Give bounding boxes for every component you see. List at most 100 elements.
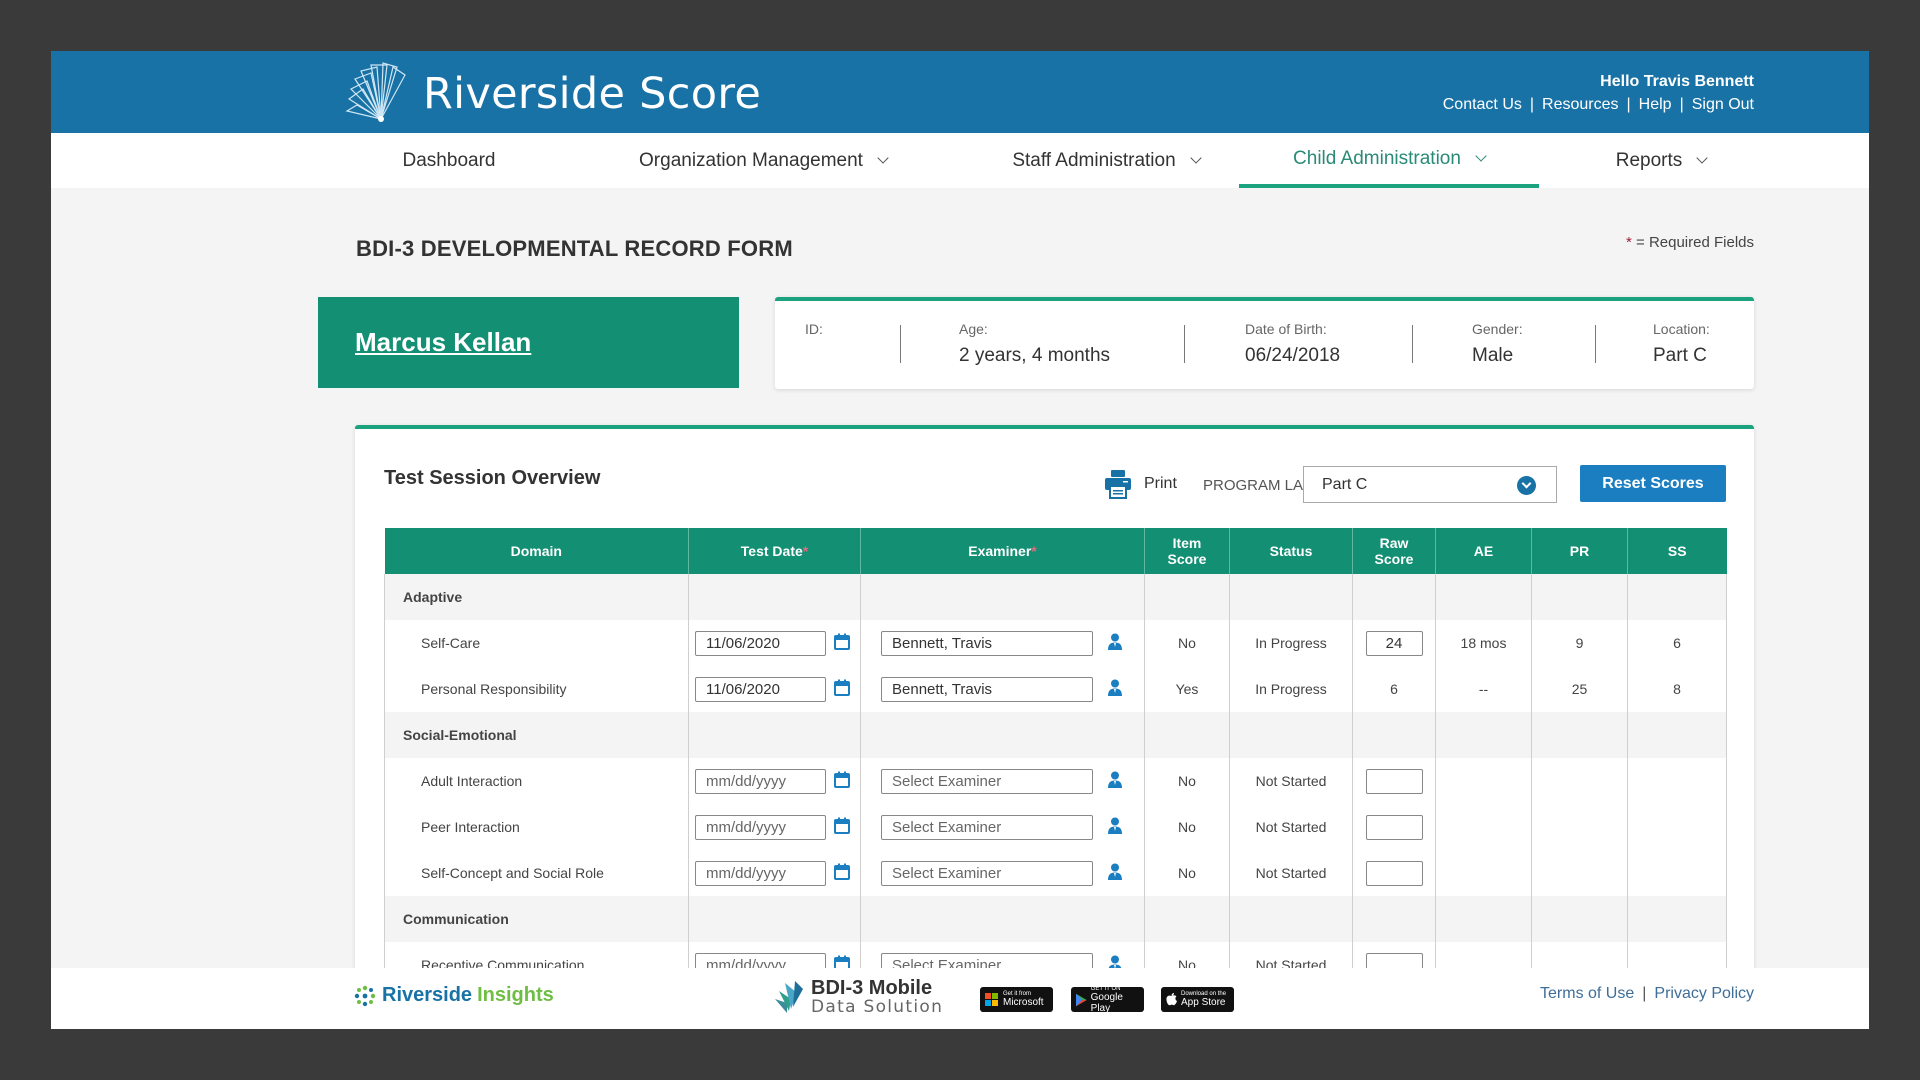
divider [1184, 325, 1185, 363]
reset-scores-button[interactable]: Reset Scores [1580, 465, 1726, 502]
top-links: Contact Us | Resources | Help | Sign Out [1443, 96, 1754, 114]
child-name-link[interactable]: Marcus Kellan [355, 327, 531, 358]
raw-score-cell: 6 [1352, 666, 1436, 712]
nav-reports[interactable]: Reports [1581, 133, 1741, 188]
empty-cell [1531, 712, 1628, 758]
table-row: Peer Interaction mm/dd/yyyy Select Examine… [384, 804, 1727, 850]
status-cell: Not Started [1229, 850, 1353, 896]
info-value: Male [1472, 345, 1514, 366]
examiner-input[interactable]: Select Examiner [881, 768, 1093, 794]
divider [900, 325, 901, 363]
user-block: Hello Travis Bennett Contact Us | Resource… [1443, 73, 1754, 114]
status-cell: In Progress [1229, 620, 1353, 666]
table-row: Self-Concept and Social Role mm/dd/yyyy Se… [384, 850, 1727, 896]
raw-score-input[interactable] [1365, 860, 1423, 886]
col-label: Item [1172, 535, 1202, 551]
raw-score-input[interactable] [1365, 814, 1423, 840]
program-label-select[interactable]: Part C [1303, 466, 1557, 503]
examiner-cell: Select Examiner [860, 758, 1145, 804]
microsoft-store-badge[interactable]: Get it from Microsoft [980, 987, 1053, 1012]
empty-cell [1352, 712, 1436, 758]
microsoft-icon [985, 992, 998, 1006]
google-play-badge[interactable]: GET IT ON Google Play [1071, 986, 1144, 1014]
examiner-input[interactable]: Select Examiner [881, 860, 1093, 886]
table-row: Self-Care 11/06/2020 Bennett, Travis No In P… [384, 620, 1727, 666]
examiner-cell: Bennett, Travis [860, 666, 1145, 712]
col-examiner: Examiner* [860, 528, 1145, 574]
required-star: * [802, 543, 809, 559]
ss-cell [1627, 850, 1727, 896]
main-nav: Dashboard Organization Management Staff … [51, 133, 1869, 188]
required-fields-note: * = Required Fields [1626, 234, 1754, 251]
person-icon[interactable] [1107, 633, 1123, 653]
empty-cell [688, 896, 861, 942]
pr-cell: 9 [1531, 620, 1628, 666]
apple-icon [1166, 993, 1177, 1006]
subdomain-link[interactable]: Adult Interaction [384, 758, 689, 804]
examiner-input[interactable]: Select Examiner [881, 814, 1093, 840]
sign-out-link[interactable]: Sign Out [1692, 96, 1754, 113]
link-separator: | [1679, 96, 1684, 113]
examiner-cell: Select Examiner [860, 850, 1145, 896]
calendar-icon[interactable] [834, 771, 850, 791]
calendar-icon[interactable] [834, 679, 850, 699]
empty-cell [688, 574, 861, 620]
page-title: BDI-3 DEVELOPMENTAL RECORD FORM [356, 236, 793, 261]
calendar-icon[interactable] [834, 633, 850, 653]
person-icon[interactable] [1107, 863, 1123, 883]
subdomain-link[interactable]: Personal Responsibility [384, 666, 689, 712]
person-icon[interactable] [1107, 817, 1123, 837]
col-label: Status [1269, 543, 1313, 559]
test-date-cell: 11/06/2020 [688, 666, 861, 712]
person-icon[interactable] [1107, 771, 1123, 791]
domain-group-name: Adaptive [384, 574, 689, 620]
raw-score-input[interactable] [1365, 768, 1423, 794]
subdomain-link[interactable]: Self-Care [384, 620, 689, 666]
app-store-badge[interactable]: Download on the App Store [1161, 987, 1234, 1012]
test-session-panel: Test Session Overview Print PROGRAM LABE… [355, 425, 1754, 1029]
print-button[interactable]: Print [1104, 469, 1177, 499]
empty-cell [860, 574, 1145, 620]
test-date-input[interactable]: 11/06/2020 [695, 630, 826, 656]
program-select-value: Part C [1322, 475, 1368, 493]
terms-of-use-link[interactable]: Terms of Use [1540, 985, 1634, 1002]
nav-child-administration[interactable]: Child Administration [1239, 133, 1539, 188]
top-header: Riverside Score Hello Travis Bennett Con… [51, 51, 1869, 133]
calendar-icon[interactable] [834, 817, 850, 837]
subdomain-link[interactable]: Peer Interaction [384, 804, 689, 850]
empty-cell [1229, 712, 1353, 758]
test-date-cell: mm/dd/yyyy [688, 850, 861, 896]
privacy-policy-link[interactable]: Privacy Policy [1654, 985, 1754, 1002]
test-date-input[interactable]: mm/dd/yyyy [695, 860, 826, 886]
nav-organization-management[interactable]: Organization Management [613, 133, 913, 188]
examiner-input[interactable]: Bennett, Travis [881, 630, 1093, 656]
test-date-input[interactable]: 11/06/2020 [695, 676, 826, 702]
bdi3-mobile-logo: BDI-3 Mobile Data Solution [773, 978, 943, 1017]
col-status: Status [1229, 528, 1353, 574]
nav-staff-administration[interactable]: Staff Administration [976, 133, 1236, 188]
test-date-input[interactable]: mm/dd/yyyy [695, 814, 826, 840]
test-date-cell: mm/dd/yyyy [688, 804, 861, 850]
resources-link[interactable]: Resources [1542, 96, 1618, 113]
info-label: Age: [959, 321, 988, 337]
table-row: Personal Responsibility 11/06/2020 Bennett… [384, 666, 1727, 712]
empty-cell [1435, 896, 1532, 942]
nav-dashboard[interactable]: Dashboard [379, 133, 519, 188]
subdomain-link[interactable]: Self-Concept and Social Role [384, 850, 689, 896]
col-label: Score [1374, 551, 1414, 567]
item-score-cell: No [1144, 804, 1230, 850]
pr-cell [1531, 850, 1628, 896]
col-ss: SS [1627, 528, 1727, 574]
calendar-icon[interactable] [834, 863, 850, 883]
examiner-input[interactable]: Bennett, Travis [881, 676, 1093, 702]
help-link[interactable]: Help [1639, 96, 1672, 113]
info-dob: Date of Birth: 06/24/2018 [1245, 321, 1340, 367]
raw-score-input[interactable]: 24 [1365, 630, 1423, 656]
person-icon[interactable] [1107, 679, 1123, 699]
status-cell: In Progress [1229, 666, 1353, 712]
nav-label: Reports [1615, 149, 1683, 171]
test-date-input[interactable]: mm/dd/yyyy [695, 768, 826, 794]
store-name: Google Play [1090, 991, 1123, 1014]
contact-us-link[interactable]: Contact Us [1443, 96, 1522, 113]
empty-cell [860, 712, 1145, 758]
